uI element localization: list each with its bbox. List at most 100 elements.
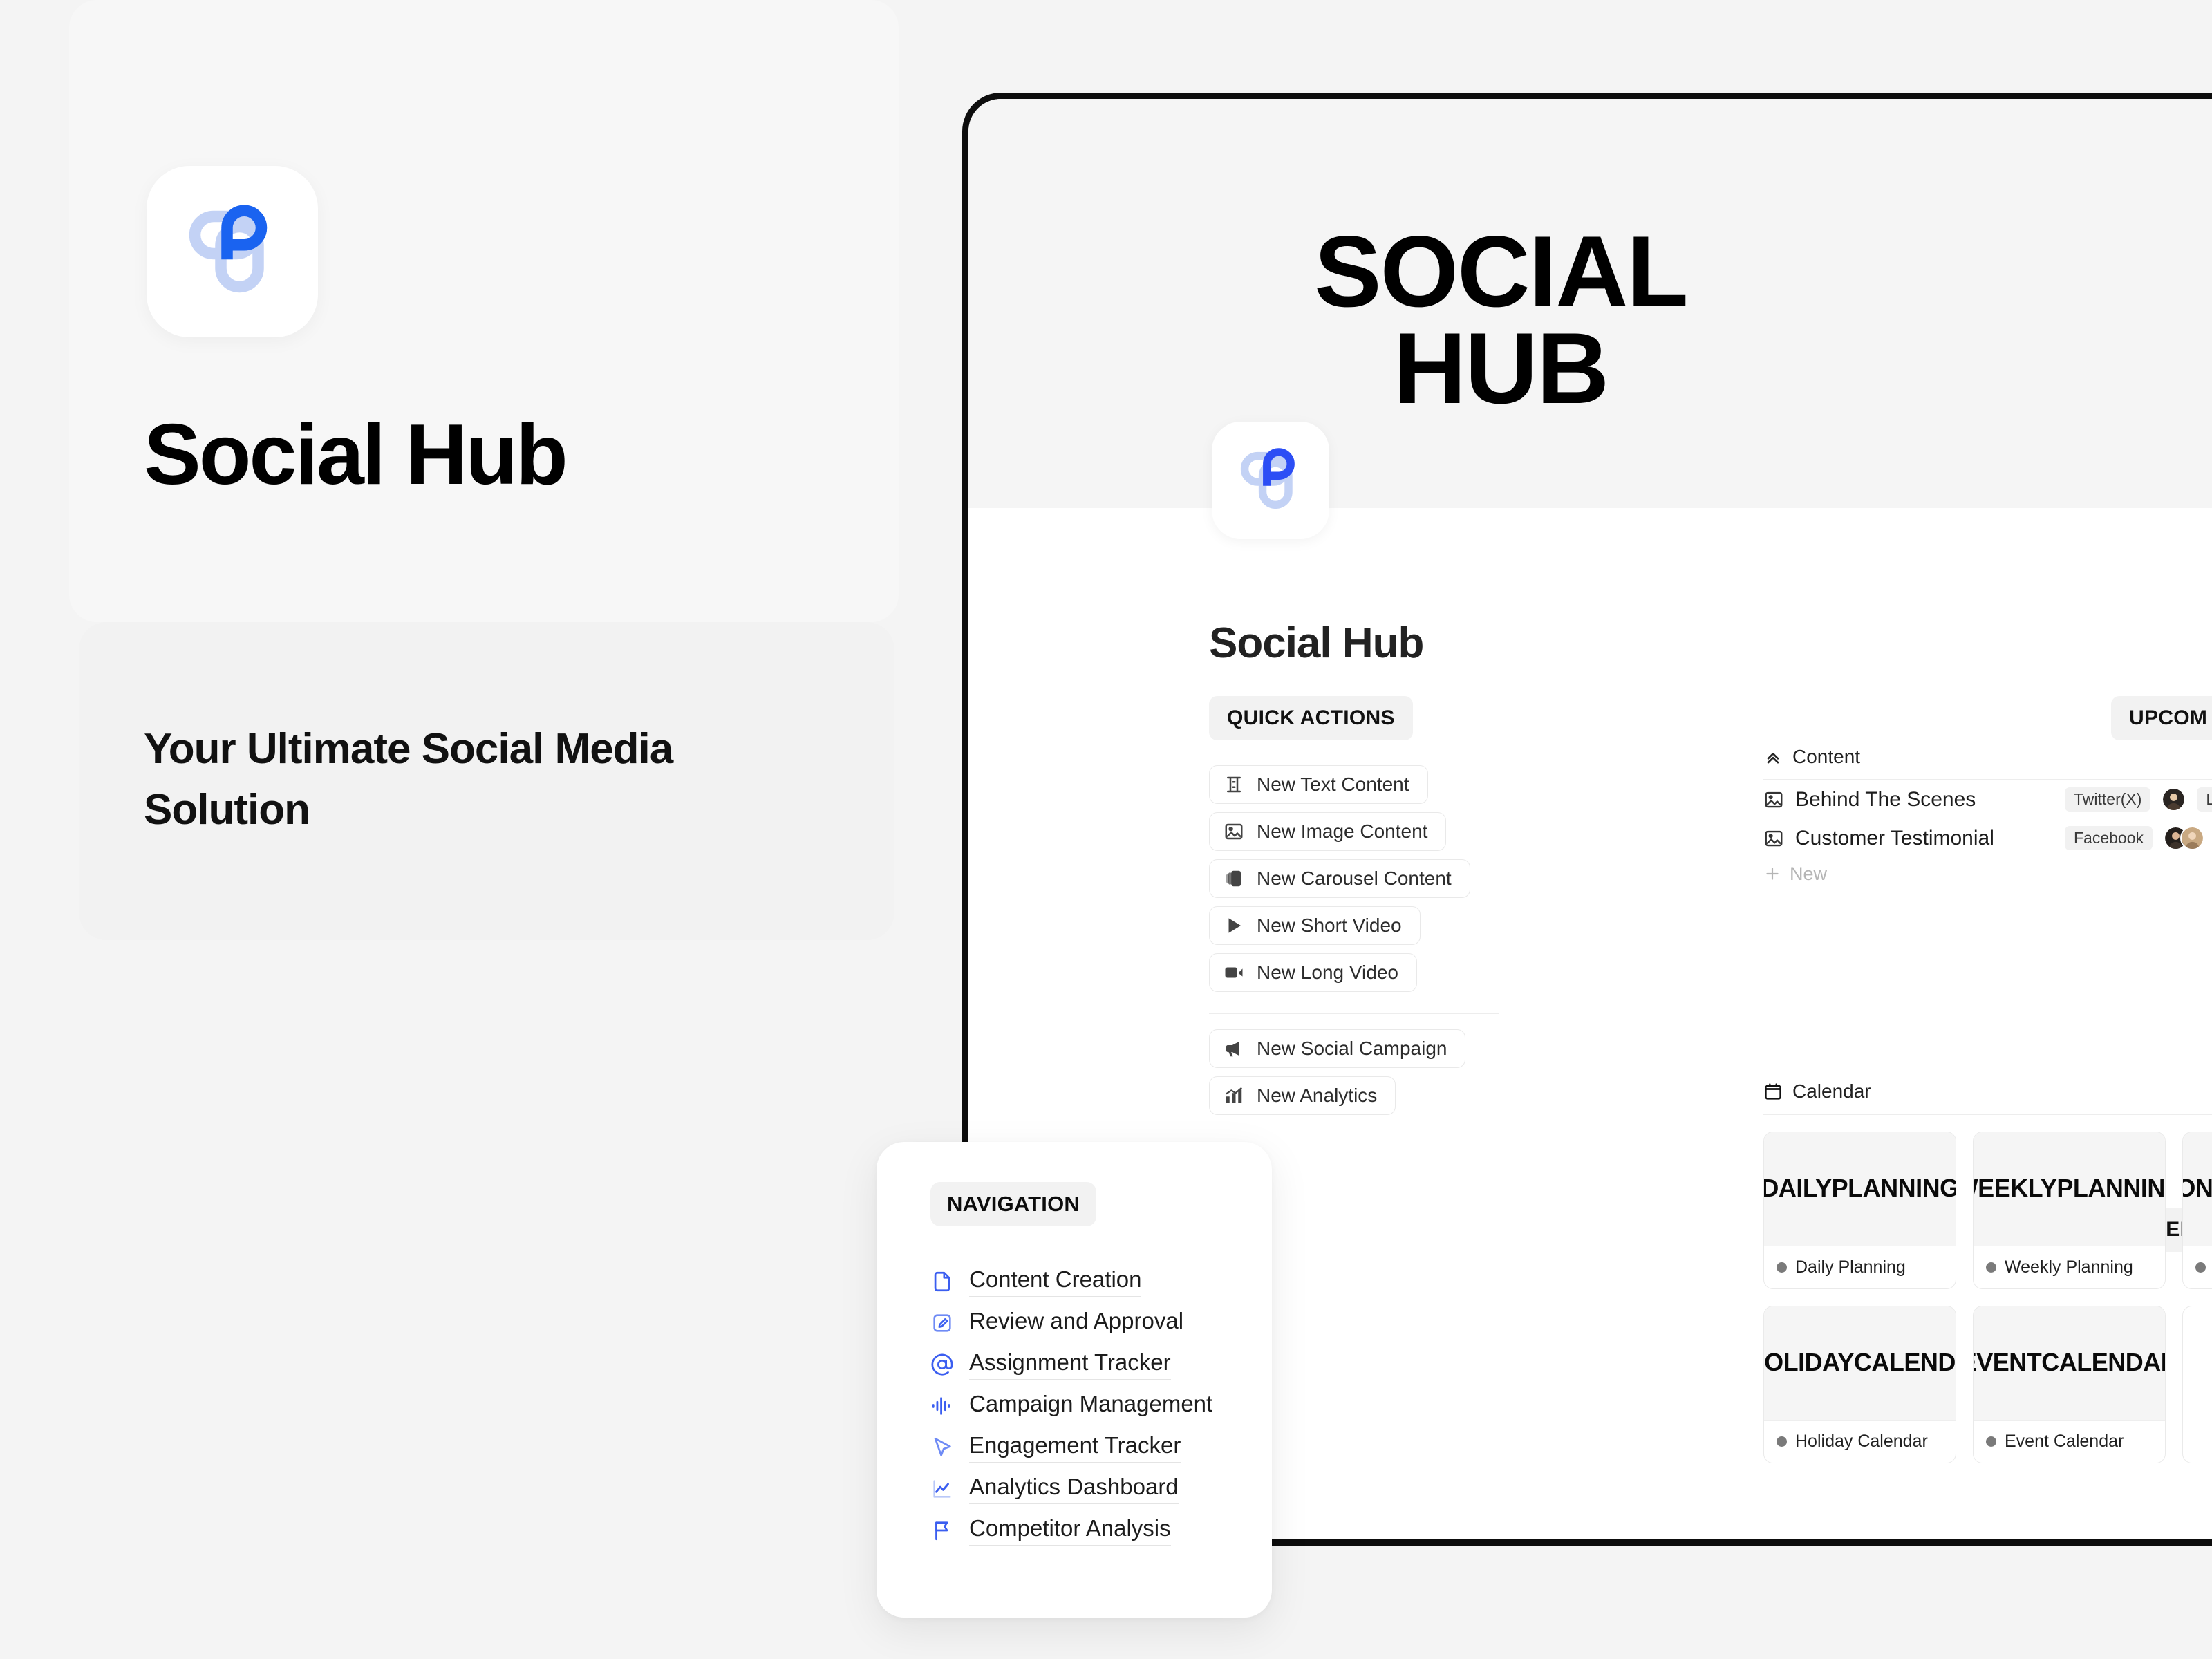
- calendar-card-grid: DAILYPLANNING Daily Planning WEEKLYPLANN…: [1763, 1131, 2212, 1463]
- card-dot: [1777, 1262, 1787, 1273]
- doc-icon-tile: [1212, 422, 1329, 539]
- waveform-icon: [932, 1397, 950, 1415]
- row-name-cell: Customer Testimonial: [1763, 827, 2054, 850]
- sidebar-item-label: Engagement Tracker: [969, 1432, 1181, 1463]
- quick-action-row: New Image Content: [1209, 812, 1568, 859]
- quick-action-row: New Carousel Content: [1209, 859, 1568, 906]
- card-cover-title: DAILY PLANNING: [1764, 1132, 1956, 1246]
- quick-action-row: New Text Content: [1209, 765, 1568, 812]
- divider: [1763, 1114, 2212, 1115]
- card-cover-title: EVENTCALENDAR: [1974, 1306, 2165, 1420]
- card-footer: Weekly Planning: [1974, 1245, 2165, 1288]
- line-chart-icon: [933, 1480, 951, 1498]
- social-hub-logo-icon: [1240, 448, 1295, 509]
- new-text-content-button[interactable]: New Text Content: [1209, 765, 1428, 804]
- content-database-header[interactable]: Content: [1763, 746, 2212, 768]
- quick-actions-divider: [1209, 1013, 1499, 1014]
- row-title: Behind The Scenes: [1795, 787, 1976, 811]
- quick-action-label: New Carousel Content: [1257, 868, 1452, 889]
- image-icon: [1765, 791, 1783, 807]
- quick-action-row: New Long Video: [1209, 953, 1568, 1000]
- card-dot: [1986, 1262, 1996, 1273]
- quick-actions-list: New Text Content New Image Content New C…: [1209, 765, 1568, 1123]
- doc-cover-title: SOCIAL HUB: [1314, 215, 1689, 425]
- calendar-gallery: Calendar DAILYPLANNING Daily Planning WE…: [1763, 1080, 2212, 1463]
- calendar-card[interactable]: DAILY PLANNING Daily Planning: [1763, 1131, 1956, 1289]
- plus-icon: [1766, 868, 1779, 880]
- card-cover-title: MONTHLYPLANNING: [2183, 1132, 2212, 1246]
- row-title: Customer Testimonial: [1795, 826, 1994, 850]
- sidebar-item-assignment-tracker[interactable]: Assignment Tracker: [930, 1344, 1235, 1385]
- navigation-badge: NAVIGATION: [930, 1182, 1097, 1226]
- at-mention-icon: [931, 1353, 953, 1376]
- card-footer: Event Calendar: [1974, 1419, 2165, 1463]
- sidebar-item-analytics-dashboard[interactable]: Analytics Dashboard: [930, 1468, 1235, 1510]
- card-dot: [1986, 1436, 1996, 1447]
- add-calendar-card-button[interactable]: New: [2182, 1305, 2212, 1463]
- new-image-content-button[interactable]: New Image Content: [1209, 812, 1447, 851]
- quick-action-label: New Image Content: [1257, 821, 1428, 842]
- calendar-gallery-title: Calendar: [1792, 1080, 1871, 1102]
- chevrons-up-icon: [1767, 753, 1779, 764]
- new-long-video-button[interactable]: New Long Video: [1209, 953, 1417, 992]
- new-carousel-content-button[interactable]: New Carousel Content: [1209, 859, 1470, 898]
- card-cover-title: WEEKLYPLANNING: [1974, 1132, 2165, 1246]
- sidebar-item-label: Content Creation: [969, 1266, 1142, 1297]
- sidebar-item-label: Review and Approval: [969, 1308, 1184, 1338]
- calendar-gallery-header[interactable]: Calendar: [1763, 1080, 2212, 1103]
- quick-action-row: New Social Campaign: [1209, 1029, 1568, 1076]
- calendar-card[interactable]: HOLIDAYCALENDA Holiday Calendar: [1763, 1305, 1956, 1463]
- calendar-card[interactable]: WEEKLYPLANNING Weekly Planning: [1973, 1131, 2166, 1289]
- image-icon: [1225, 823, 1243, 840]
- new-short-video-button[interactable]: New Short Video: [1209, 906, 1421, 945]
- card-title: Holiday Calendar: [1795, 1431, 1928, 1451]
- card-footer: Holiday Calendar: [1764, 1419, 1956, 1463]
- card-title: Daily Planning: [1795, 1257, 1906, 1277]
- new-analytics-button[interactable]: New Analytics: [1209, 1076, 1396, 1115]
- assignee-avatars: [2162, 787, 2186, 812]
- sidebar-item-label: Campaign Management: [969, 1391, 1213, 1421]
- platform-tag: Facebook: [2065, 826, 2153, 850]
- calendar-card[interactable]: MONTHLYPLANNING Monthly Planning: [2182, 1131, 2212, 1289]
- doc-page-title: Social Hub: [1209, 619, 1424, 667]
- new-social-campaign-button[interactable]: New Social Campaign: [1209, 1029, 1466, 1068]
- card-title: Weekly Planning: [2005, 1257, 2133, 1277]
- sidebar-item-engagement-tracker[interactable]: Engagement Tracker: [930, 1427, 1235, 1468]
- quick-action-row: New Analytics: [1209, 1076, 1568, 1123]
- sidebar-item-competitor-analysis[interactable]: Competitor Analysis: [930, 1510, 1235, 1551]
- quick-action-label: New Long Video: [1257, 962, 1398, 983]
- quick-action-label: New Text Content: [1257, 774, 1409, 795]
- add-row-label: New: [1790, 863, 1828, 884]
- table-row[interactable]: Customer Testimonial Facebook: [1763, 819, 2212, 858]
- sidebar-item-label: Analytics Dashboard: [969, 1474, 1179, 1504]
- content-type-tag: Long Video: [2197, 787, 2212, 812]
- sidebar-item-campaign-management[interactable]: Campaign Management: [930, 1385, 1235, 1427]
- play-icon: [1228, 918, 1241, 933]
- table-row[interactable]: Behind The Scenes Twitter(X) Long Video …: [1763, 780, 2212, 819]
- avatar: [2162, 787, 2186, 812]
- quick-action-label: New Short Video: [1257, 915, 1402, 936]
- sidebar-item-content-creation[interactable]: Content Creation: [930, 1261, 1235, 1302]
- brand-tagline: Your Ultimate Social Media Solution: [144, 725, 673, 834]
- megaphone-icon: [1226, 1041, 1239, 1056]
- card-dot: [2195, 1262, 2206, 1273]
- sidebar-item-review-and-approval[interactable]: Review and Approval: [930, 1302, 1235, 1344]
- poster-canvas: Social Hub Your Ultimate Social Media So…: [0, 0, 2212, 1659]
- content-database: Content Behind The Scenes Twitter(X) Cus…: [1763, 746, 2212, 885]
- navigation-panel: NAVIGATION Content Creation Review and A…: [877, 1142, 1272, 1618]
- document-icon: [934, 1271, 950, 1292]
- card-footer: Monthly Planning: [2183, 1245, 2212, 1288]
- brand-title: Social Hub: [144, 407, 568, 503]
- image-icon: [1765, 830, 1783, 846]
- quick-action-row: New Short Video: [1209, 906, 1568, 953]
- sidebar-item-label: Assignment Tracker: [969, 1349, 1171, 1380]
- text-content-icon: [1227, 776, 1241, 793]
- calendar-card[interactable]: EVENTCALENDAR Event Calendar: [1973, 1305, 2166, 1463]
- assignee-avatars: [2164, 826, 2205, 850]
- quick-action-label: New Social Campaign: [1257, 1037, 1447, 1059]
- add-content-row-button[interactable]: New: [1763, 863, 2212, 885]
- doc-cover-banner: SOCIAL HUB: [968, 99, 2212, 508]
- quick-actions-badge: QUICK ACTIONS: [1209, 696, 1413, 740]
- flag-icon: [935, 1521, 948, 1541]
- chart-icon: [1226, 1087, 1242, 1103]
